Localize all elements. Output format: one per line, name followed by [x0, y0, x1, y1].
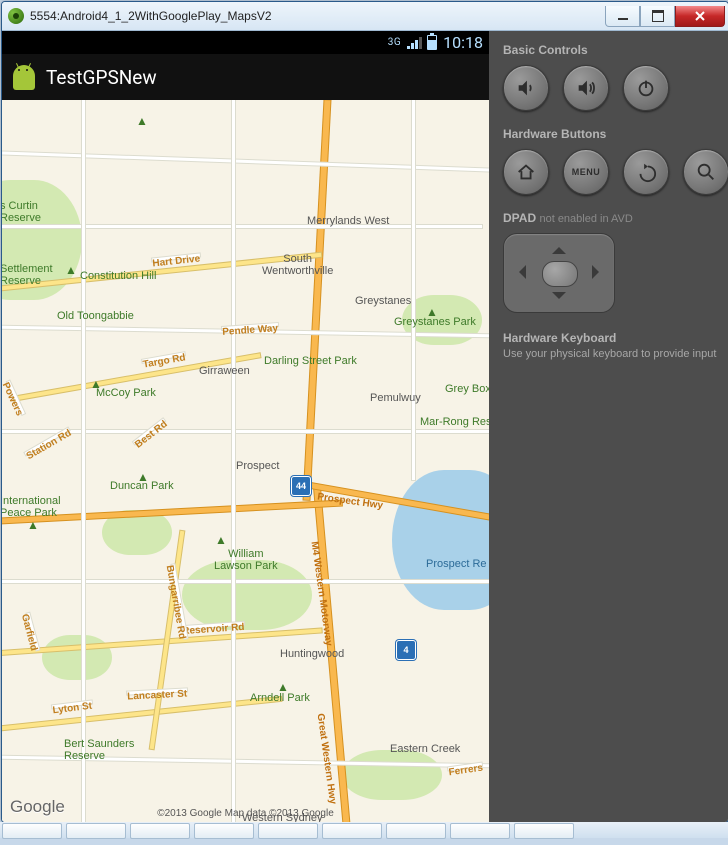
dpad-right [592, 265, 606, 279]
taskbar[interactable] [0, 822, 728, 838]
dpad-disabled-note: not enabled in AVD [539, 213, 632, 225]
section-basic-controls: Basic Controls [503, 43, 728, 57]
minimize-button[interactable] [605, 6, 640, 27]
maximize-button[interactable] [640, 6, 675, 27]
android-status-bar[interactable]: 3G 10:18 [2, 31, 489, 54]
network-indicator: 3G [388, 37, 401, 48]
android-avd-icon [8, 8, 24, 24]
back-button[interactable] [623, 149, 669, 195]
section-dpad: DPAD not enabled in AVD [503, 211, 728, 225]
action-bar: TestGPSNew [2, 54, 489, 100]
section-hardware-buttons: Hardware Buttons [503, 127, 728, 141]
window-title: 5554:Android4_1_2WithGooglePlay_MapsV2 [30, 9, 605, 23]
app-title: TestGPSNew [46, 66, 157, 89]
dpad-left [512, 265, 526, 279]
emulator-control-panel: Basic Controls Hardware Buttons MENU [489, 31, 728, 823]
home-button[interactable] [503, 149, 549, 195]
clock: 10:18 [443, 33, 483, 52]
volume-down-button[interactable] [503, 65, 549, 111]
emulator-window: 5554:Android4_1_2WithGooglePlay_MapsV2 3… [1, 1, 728, 823]
map-attribution: ©2013 Google Map data ©2013 Google [2, 808, 489, 819]
section-hardware-keyboard: Hardware Keyboard [503, 331, 728, 345]
google-map-view[interactable]: Merrylands West South Wentworthville Gre… [2, 100, 489, 823]
search-button[interactable] [683, 149, 728, 195]
keyboard-note: Use your physical keyboard to provide in… [503, 347, 728, 362]
volume-up-button[interactable] [563, 65, 609, 111]
dpad-center [542, 261, 578, 287]
dpad-up [552, 240, 566, 254]
titlebar[interactable]: 5554:Android4_1_2WithGooglePlay_MapsV2 [2, 2, 728, 31]
close-button[interactable] [675, 6, 725, 27]
dpad [503, 233, 615, 313]
battery-icon [427, 35, 437, 50]
app-icon [12, 63, 36, 91]
dpad-down [552, 292, 566, 306]
signal-icon [407, 37, 421, 49]
power-button[interactable] [623, 65, 669, 111]
device-screen: 3G 10:18 TestGPSNew [2, 31, 489, 823]
menu-button[interactable]: MENU [563, 149, 609, 195]
